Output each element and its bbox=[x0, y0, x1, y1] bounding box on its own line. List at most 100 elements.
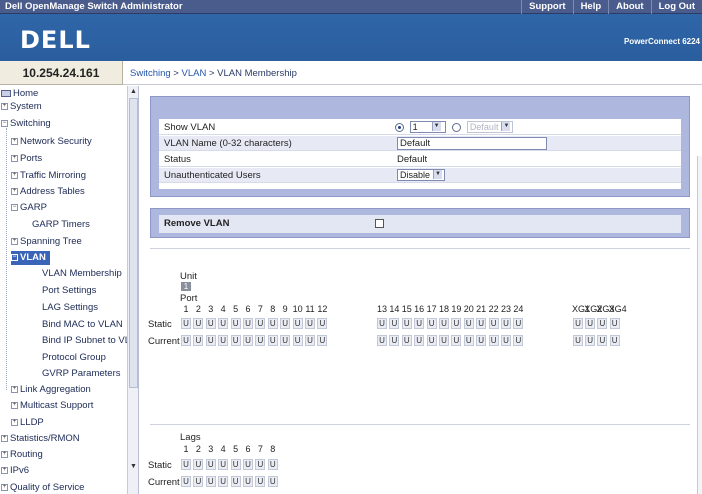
about-link[interactable]: About bbox=[608, 0, 650, 14]
nav-item-address-tables[interactable]: + Address Tables bbox=[11, 185, 85, 199]
nav-item-statistics-rmon[interactable]: + Statistics/RMON bbox=[1, 432, 80, 446]
nav-item-vlan[interactable]: − VLAN bbox=[11, 251, 50, 265]
expand-icon[interactable]: + bbox=[11, 237, 18, 245]
static-lag-cell[interactable]: U bbox=[218, 459, 229, 470]
nav-item-spanning-tree[interactable]: + Spanning Tree bbox=[11, 235, 82, 249]
static-port-cell[interactable]: U bbox=[255, 318, 266, 329]
nav-item-bind-ip-subnet[interactable]: Bind IP Subnet to VL bbox=[42, 334, 130, 348]
expand-icon[interactable]: + bbox=[11, 418, 18, 426]
static-lag-cell[interactable]: U bbox=[230, 459, 241, 470]
nav-item-system[interactable]: + System bbox=[1, 100, 42, 114]
collapse-icon[interactable]: − bbox=[1, 119, 8, 127]
show-vlan-radio[interactable] bbox=[395, 122, 404, 132]
static-port-cell[interactable]: U bbox=[439, 318, 449, 329]
default-vlan-radio[interactable] bbox=[452, 122, 462, 132]
expand-icon[interactable]: + bbox=[11, 385, 18, 393]
static-port-cell[interactable]: U bbox=[401, 318, 412, 329]
static-port-cell[interactable]: U bbox=[218, 318, 229, 329]
scroll-down-icon[interactable]: ▼ bbox=[129, 462, 138, 472]
nav-item-port-settings[interactable]: Port Settings bbox=[42, 284, 96, 298]
nav-item-bind-mac[interactable]: Bind MAC to VLAN bbox=[42, 318, 123, 332]
static-port-cell[interactable]: U bbox=[573, 318, 583, 329]
static-port-cell[interactable]: U bbox=[513, 318, 524, 329]
static-port-cell[interactable]: U bbox=[377, 318, 387, 329]
nav-item-protocol-group[interactable]: Protocol Group bbox=[42, 351, 106, 365]
static-port-cell[interactable]: U bbox=[451, 318, 462, 329]
scroll-up-icon[interactable]: ▲ bbox=[129, 87, 138, 97]
static-lag-cell[interactable]: U bbox=[267, 459, 278, 470]
nav-item-lag-settings[interactable]: LAG Settings bbox=[42, 301, 98, 315]
static-port-cell[interactable]: U bbox=[414, 318, 425, 329]
support-link[interactable]: Support bbox=[521, 0, 572, 14]
unauth-users-select[interactable]: Disable ▼ bbox=[397, 169, 446, 182]
expand-icon[interactable]: + bbox=[11, 137, 18, 145]
sidebar-scrollbar[interactable]: ▲ ▼ bbox=[127, 86, 138, 494]
nav-item-vlan-membership[interactable]: VLAN Membership bbox=[42, 267, 122, 281]
nav-item-lldp[interactable]: + LLDP bbox=[11, 416, 44, 430]
expand-icon[interactable]: + bbox=[11, 187, 18, 195]
nav-item-link-aggregation[interactable]: + Link Aggregation bbox=[11, 383, 91, 397]
static-port-cell[interactable]: U bbox=[463, 318, 474, 329]
help-link[interactable]: Help bbox=[572, 0, 609, 14]
nav-item-routing[interactable]: + Routing bbox=[1, 448, 43, 462]
expand-icon[interactable]: + bbox=[1, 466, 8, 474]
expand-icon[interactable]: + bbox=[1, 483, 8, 491]
vlan-name-row: VLAN Name (0-32 characters) Default bbox=[159, 136, 681, 151]
show-vlan-select[interactable]: 1 ▼ bbox=[409, 121, 446, 134]
breadcrumb-switching[interactable]: Switching bbox=[130, 68, 171, 79]
static-port-cell[interactable]: U bbox=[230, 318, 241, 329]
nav-item-garp-timers[interactable]: GARP Timers bbox=[32, 218, 90, 232]
static-port-cell[interactable]: U bbox=[280, 318, 291, 329]
static-lag-cell[interactable]: U bbox=[193, 459, 204, 470]
static-lag-cell[interactable]: U bbox=[255, 459, 266, 470]
scroll-thumb[interactable] bbox=[129, 98, 138, 388]
default-vlan-select[interactable]: Default ▼ bbox=[466, 121, 514, 134]
nav-item-gvrp-parameters[interactable]: GVRP Parameters bbox=[42, 367, 121, 381]
static-port-cell[interactable]: U bbox=[426, 318, 437, 329]
expand-icon[interactable]: + bbox=[1, 450, 8, 458]
breadcrumb-sep: > bbox=[170, 68, 182, 79]
nav-item-traffic-mirroring[interactable]: + Traffic Mirroring bbox=[11, 169, 86, 183]
nav-item-home[interactable]: Home bbox=[1, 87, 38, 101]
static-port-cell[interactable]: U bbox=[501, 318, 511, 329]
nav-item-switching[interactable]: − Switching bbox=[1, 117, 51, 131]
static-lag-cell[interactable]: U bbox=[243, 459, 253, 470]
static-port-cell[interactable]: U bbox=[597, 318, 608, 329]
collapse-icon[interactable]: − bbox=[11, 253, 18, 261]
vlan-name-input[interactable]: Default bbox=[397, 136, 547, 150]
breadcrumb-vlan[interactable]: VLAN bbox=[182, 68, 207, 79]
static-port-cell[interactable]: U bbox=[585, 318, 596, 329]
main-scrollbar[interactable] bbox=[697, 156, 702, 494]
static-port-cell[interactable]: U bbox=[609, 318, 620, 329]
nav-item-ipv6[interactable]: + IPv6 bbox=[1, 464, 29, 478]
static-port-cell[interactable]: U bbox=[476, 318, 487, 329]
expand-icon[interactable]: + bbox=[11, 154, 18, 162]
static-port-cell[interactable]: U bbox=[267, 318, 278, 329]
remove-vlan-checkbox[interactable] bbox=[375, 219, 384, 228]
nav-item-quality-of-service[interactable]: + Quality of Service bbox=[1, 481, 84, 494]
expand-icon[interactable]: + bbox=[1, 434, 8, 442]
static-port-cell[interactable]: U bbox=[205, 318, 216, 329]
nav-item-garp[interactable]: − GARP bbox=[11, 201, 47, 215]
static-port-cell[interactable]: U bbox=[181, 318, 191, 329]
collapse-icon[interactable]: − bbox=[11, 203, 18, 211]
nav-item-network-security[interactable]: + Network Security bbox=[11, 135, 92, 149]
expand-icon[interactable]: + bbox=[11, 171, 18, 179]
static-port-cell[interactable]: U bbox=[389, 318, 400, 329]
nav-item-ports[interactable]: + Ports bbox=[11, 152, 42, 166]
static-port-cell[interactable]: U bbox=[243, 318, 253, 329]
static-port-cell[interactable]: U bbox=[488, 318, 499, 329]
static-lag-cell[interactable]: U bbox=[205, 459, 216, 470]
expand-icon[interactable]: + bbox=[1, 102, 8, 110]
expand-icon[interactable]: + bbox=[11, 401, 18, 409]
static-port-cell[interactable]: U bbox=[317, 318, 328, 329]
static-port-cell[interactable]: U bbox=[292, 318, 303, 329]
static-port-cell[interactable]: U bbox=[193, 318, 204, 329]
logout-link[interactable]: Log Out bbox=[650, 0, 702, 14]
port-number: 13 bbox=[376, 304, 387, 314]
static-lag-cell[interactable]: U bbox=[181, 459, 191, 470]
unit-value[interactable]: 1 bbox=[181, 282, 191, 291]
static-port-cell[interactable]: U bbox=[305, 318, 315, 329]
nav-item-multicast-support[interactable]: + Multicast Support bbox=[11, 399, 93, 413]
port-number: 12 bbox=[317, 304, 328, 314]
